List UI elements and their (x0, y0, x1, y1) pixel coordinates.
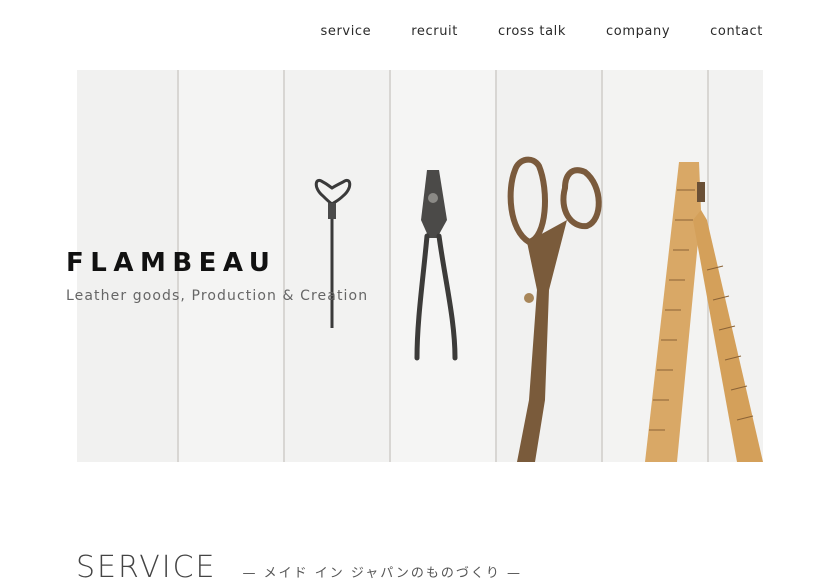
page: service recruit cross talk company conta… (0, 0, 840, 580)
nav-item-contact[interactable]: contact (710, 24, 763, 39)
section-subtitle: — メイド イン ジャパンのものづくり — (242, 566, 523, 580)
nav-item-recruit[interactable]: recruit (411, 24, 458, 39)
brand-subtitle: Leather goods, Production & Creation (66, 288, 369, 304)
nav-item-cross-talk[interactable]: cross talk (498, 24, 566, 39)
service-section-heading: SERVICE — メイド イン ジャパンのものづくり — (76, 550, 522, 580)
section-title: SERVICE (76, 550, 217, 580)
nav-item-service[interactable]: service (320, 24, 371, 39)
nav-item-company[interactable]: company (606, 24, 670, 39)
hero-brand: FLAMBEAU Leather goods, Production & Cre… (66, 250, 368, 304)
main-nav: service recruit cross talk company conta… (320, 24, 763, 39)
brand-title: FLAMBEAU (66, 248, 277, 278)
